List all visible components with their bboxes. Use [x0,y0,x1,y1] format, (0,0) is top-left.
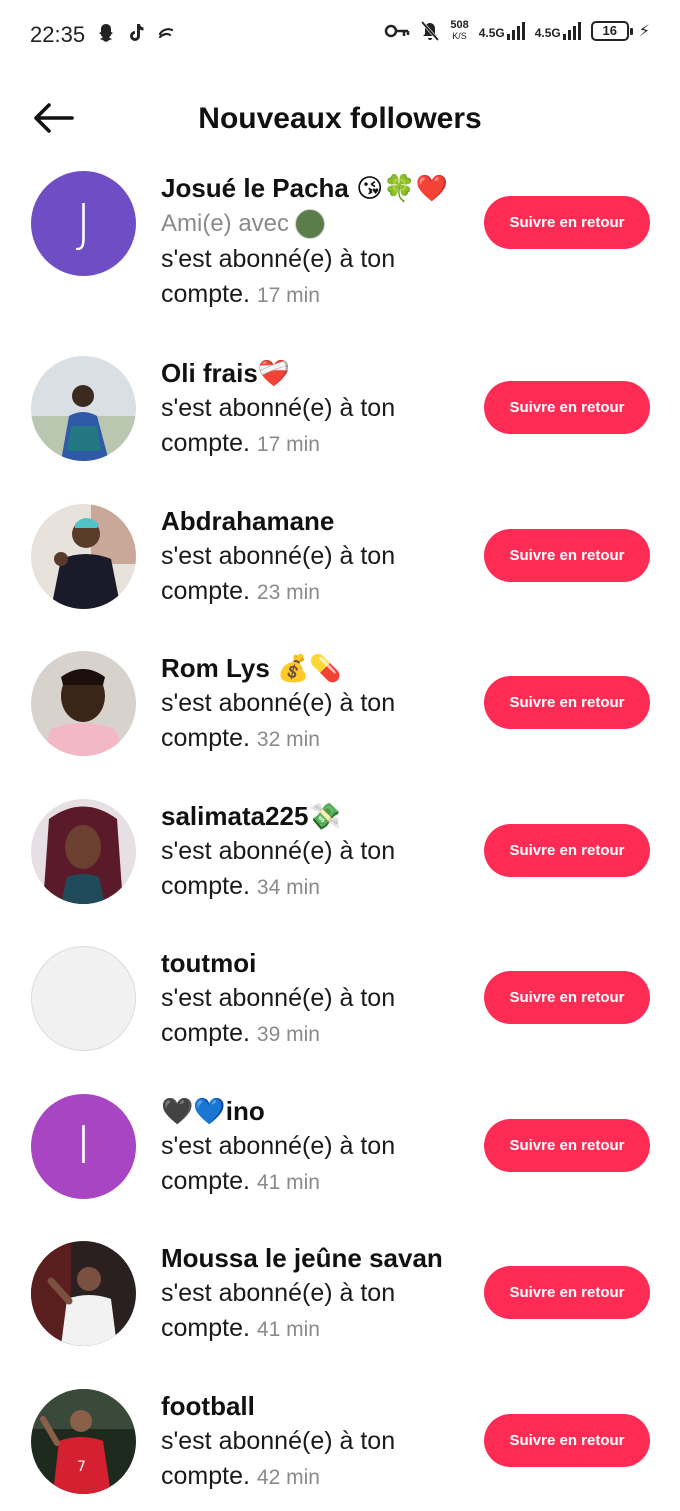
follower-info: salimata225💸 s'est abonné(e) à ton compt… [161,798,471,905]
avatar[interactable] [31,651,136,756]
list-item: 7 football s'est abonné(e) à ton compte.… [0,1384,680,1511]
avatar-photo: 7 [31,1388,136,1494]
follower-name[interactable]: football [161,1388,471,1424]
signal-bars-icon [562,22,581,40]
followers-list: J Josué le Pacha 😘🍀❤️ Ami(e) avec s'est … [0,166,680,1511]
link-app-icon [156,22,176,44]
timestamp: 17 min [256,284,320,307]
list-item: salimata225💸 s'est abonné(e) à ton compt… [0,794,680,942]
avatar-photo [31,1241,136,1346]
timestamp: 39 min [256,1023,320,1046]
follow-description: s'est abonné(e) à ton compte. 41 min [161,1276,471,1347]
follow-back-button[interactable]: Suivre en retour [484,528,650,582]
list-item: Oli frais❤️‍🩹 s'est abonné(e) à ton comp… [0,351,680,499]
follow-description: s'est abonné(e) à ton compte. 32 min [161,686,471,757]
follow-description: s'est abonné(e) à ton compte. 42 min [161,1424,471,1495]
follow-back-button[interactable]: Suivre en retour [484,971,650,1024]
follow-back-button[interactable]: Suivre en retour [484,1413,650,1467]
mute-bell-icon [421,21,440,41]
follower-name[interactable]: Rom Lys 💰💊 [161,650,471,686]
net-speed-value: 508 [450,19,469,31]
timestamp: 42 min [256,1465,320,1489]
follow-back-button[interactable]: Suivre en retour [484,1266,650,1319]
follow-back-button[interactable]: Suivre en retour [484,196,650,249]
network-type-1: 4.5G [478,26,505,40]
list-item: Rom Lys 💰💊 s'est abonné(e) à ton compte.… [0,646,680,794]
avatar[interactable]: J [31,171,136,276]
follower-info: Moussa le jeûne savan s'est abonné(e) à … [161,1240,471,1347]
list-item: toutmoi s'est abonné(e) à ton compte. 39… [0,941,680,1089]
signal-1: 4.5G [479,22,525,40]
timestamp: 41 min [256,1170,320,1194]
battery-level: 16 [602,23,617,38]
follower-name[interactable]: 🖤💙ino [161,1093,471,1129]
list-item: I 🖤💙ino s'est abonné(e) à ton compte. 41… [0,1089,680,1237]
follower-info: Abdrahamane s'est abonné(e) à ton compte… [161,503,471,610]
follower-info: 🖤💙ino s'est abonné(e) à ton compte. 41 m… [161,1093,471,1200]
follow-description: s'est abonné(e) à ton compte. 41 min [161,1129,471,1200]
avatar-letter: J [75,193,92,254]
mutual-friends: Ami(e) avec [161,206,471,242]
follow-back-button[interactable]: Suivre en retour [484,676,650,729]
follow-back-button[interactable]: Suivre en retour [484,823,650,877]
avatar[interactable] [31,1241,136,1346]
follower-info: Josué le Pacha 😘🍀❤️ Ami(e) avec s'est ab… [161,170,471,313]
follow-description: s'est abonné(e) à ton compte. 34 min [161,834,471,905]
avatar[interactable] [31,356,136,461]
avatar[interactable] [31,503,136,609]
net-speed-unit: K/S [452,31,467,41]
avatar-letter: I [75,1116,92,1176]
avatar[interactable]: I [31,1093,136,1199]
timestamp: 23 min [256,580,320,604]
follower-name[interactable]: Oli frais❤️‍🩹 [161,355,471,391]
follower-name[interactable]: salimata225💸 [161,798,471,834]
avatar[interactable] [31,798,136,904]
header: Nouveaux followers [0,88,680,148]
follower-info: Rom Lys 💰💊 s'est abonné(e) à ton compte.… [161,650,471,757]
battery-icon: 16 [590,21,633,41]
follow-description: s'est abonné(e) à ton compte. 17 min [161,242,471,313]
follow-description: s'est abonné(e) à ton compte. 39 min [161,981,471,1052]
network-type-2: 4.5G [534,26,561,40]
timestamp: 17 min [256,433,320,456]
avatar[interactable] [31,946,136,1051]
follow-back-button[interactable]: Suivre en retour [484,381,650,434]
list-item: Abdrahamane s'est abonné(e) à ton compte… [0,499,680,647]
follower-info: Oli frais❤️‍🩹 s'est abonné(e) à ton comp… [161,355,471,462]
page-title: Nouveaux followers [198,102,482,135]
timestamp: 32 min [256,728,320,751]
avatar-photo [31,798,136,904]
net-speed: 508 K/S [450,20,468,42]
follower-name[interactable]: Abdrahamane [161,503,471,539]
follower-info: toutmoi s'est abonné(e) à ton compte. 39… [161,945,471,1052]
tiktok-icon [126,22,146,44]
follower-info: football s'est abonné(e) à ton compte. 4… [161,1388,471,1495]
follower-name[interactable]: Josué le Pacha 😘🍀❤️ [161,170,471,206]
follow-back-button[interactable]: Suivre en retour [484,1118,650,1172]
avatar-photo [31,503,136,609]
status-time: 22:35 [30,22,86,47]
list-item: J Josué le Pacha 😘🍀❤️ Ami(e) avec s'est … [0,166,680,351]
vpn-key-icon [385,24,410,38]
follower-name[interactable]: Moussa le jeûne savan [161,1240,471,1276]
charging-icon: ⚡ [638,23,650,40]
list-item: Moussa le jeûne savan s'est abonné(e) à … [0,1236,680,1384]
status-icons: 508 K/S 4.5G 4.5G 16 ⚡ [384,20,650,42]
signal-2: 4.5G [535,22,581,40]
signal-bars-icon [506,22,525,40]
timestamp: 41 min [256,1318,320,1341]
mutual-avatar [295,209,326,239]
notification-icons [96,22,176,44]
status-bar: 22:35 508 K/S 4.5G 4.5G 16 ⚡ [0,0,680,70]
follow-description: s'est abonné(e) à ton compte. 17 min [161,391,471,462]
snapchat-icon [96,22,116,44]
avatar-photo [31,651,136,756]
mutual-text: Ami(e) avec [161,210,290,237]
avatar[interactable]: 7 [31,1388,136,1494]
svg-text:7: 7 [77,1459,86,1475]
timestamp: 34 min [256,875,320,899]
avatar-photo [31,356,136,461]
follower-name[interactable]: toutmoi [161,945,471,981]
follow-description: s'est abonné(e) à ton compte. 23 min [161,539,471,610]
